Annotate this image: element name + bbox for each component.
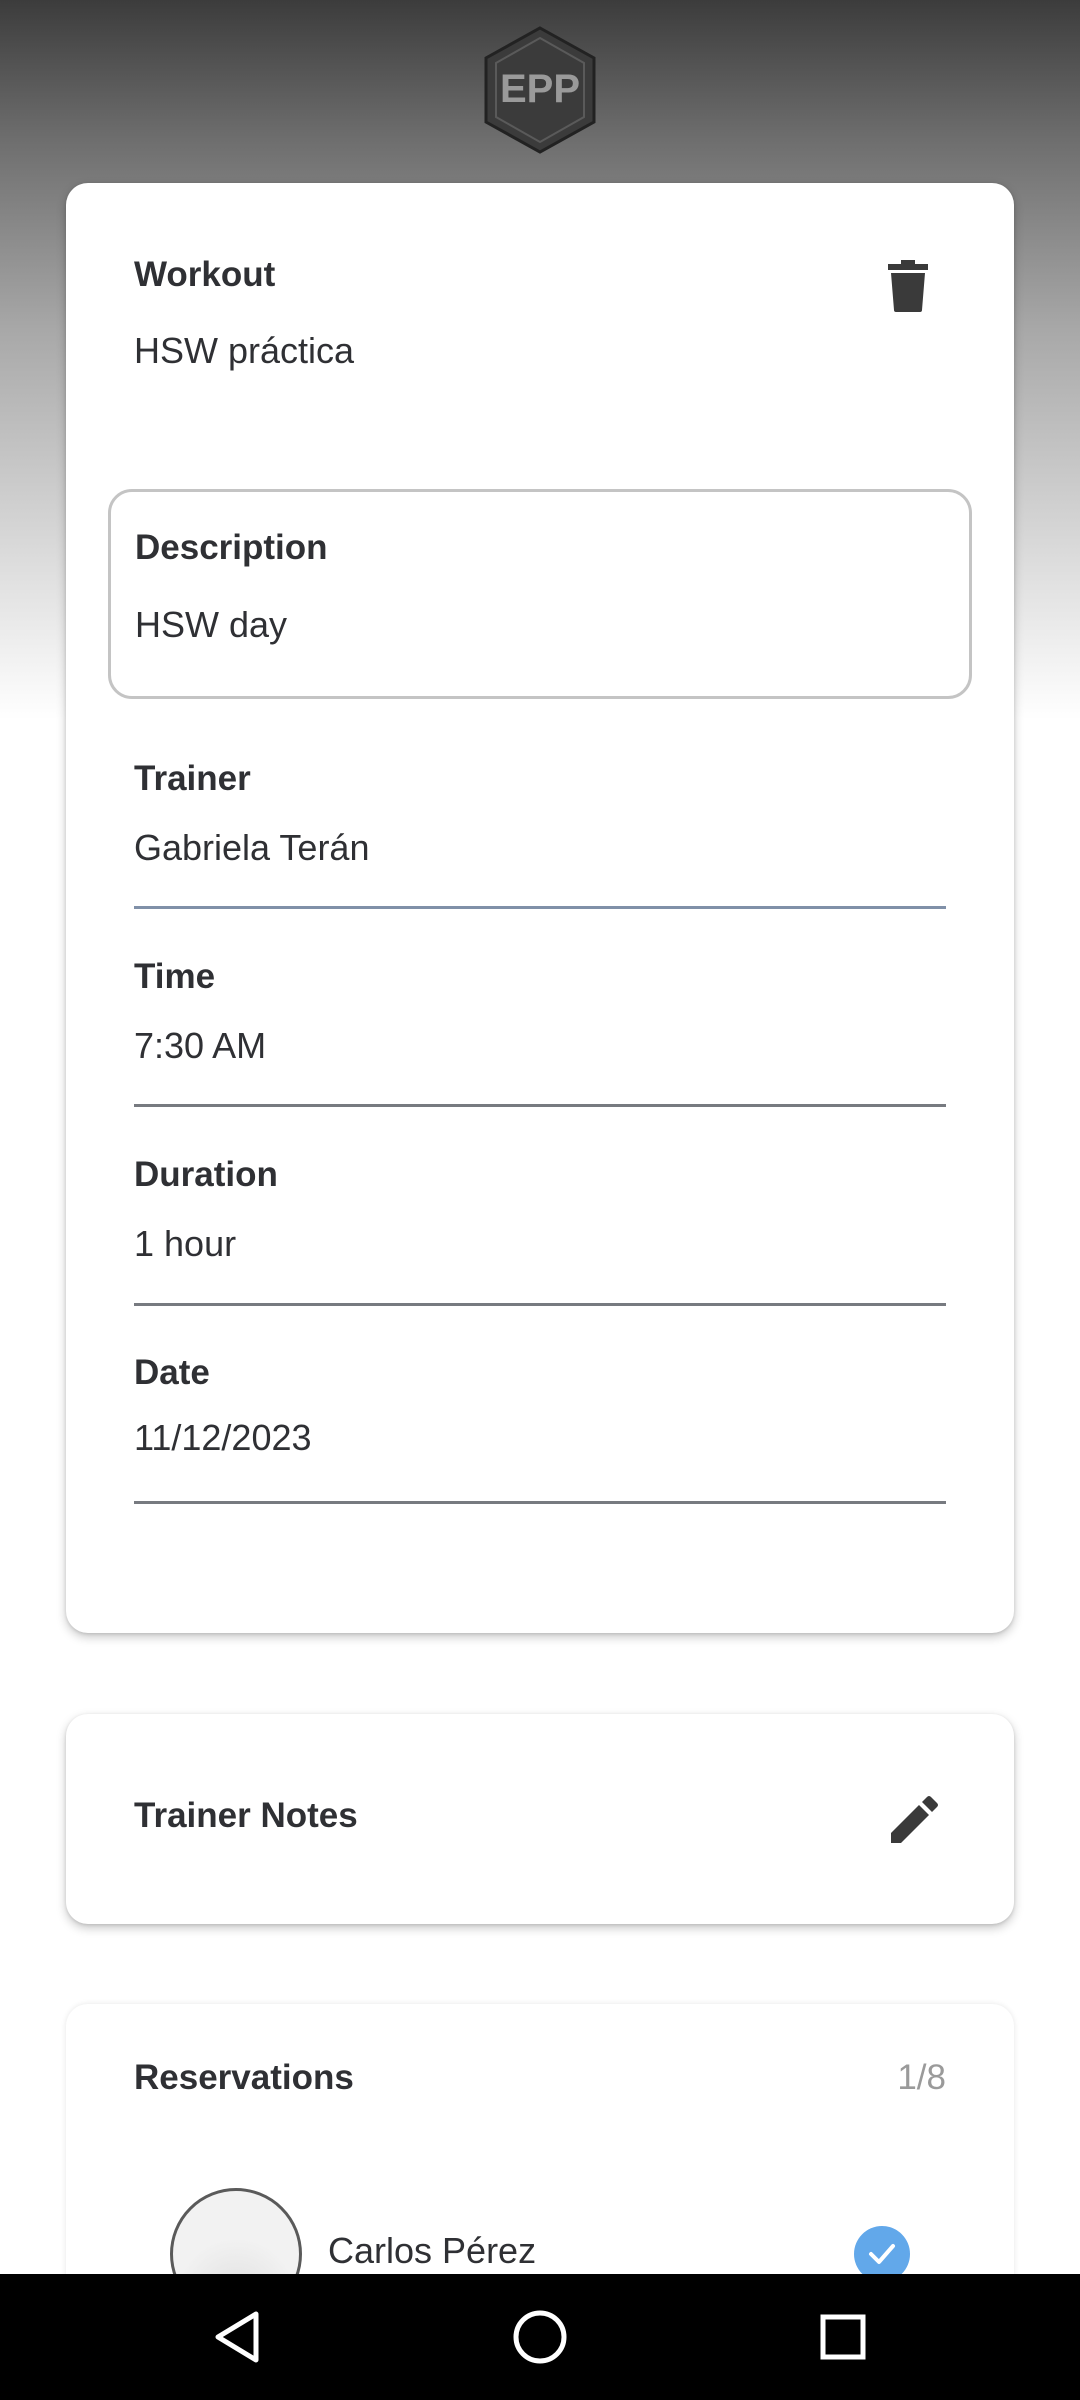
- duration-value: 1 hour: [134, 1223, 237, 1264]
- workout-field[interactable]: Workout HSW práctica: [134, 255, 946, 492]
- trash-icon: [888, 260, 928, 312]
- duration-underline: [134, 1303, 946, 1306]
- date-field[interactable]: Date 11/12/2023: [134, 1353, 946, 1503]
- back-button[interactable]: [204, 2304, 270, 2370]
- date-label: Date: [134, 1353, 210, 1392]
- trainer-notes-card: Trainer Notes: [66, 1714, 1014, 1924]
- app-logo: EPP: [480, 24, 600, 156]
- logo-text: EPP: [500, 67, 580, 111]
- description-value: HSW day: [135, 604, 288, 645]
- trainer-value: Gabriela Terán: [134, 827, 370, 868]
- trainer-underline: [134, 906, 946, 909]
- date-value: 11/12/2023: [134, 1417, 312, 1458]
- system-navigation-bar: [0, 2274, 1080, 2400]
- home-circle-icon: [513, 2310, 567, 2364]
- date-underline: [134, 1501, 946, 1504]
- workout-value: HSW práctica: [134, 330, 355, 371]
- workout-details-card: Workout HSW práctica Description HSW day…: [66, 183, 1014, 1633]
- time-underline: [134, 1104, 946, 1107]
- time-label: Time: [134, 957, 216, 996]
- trainer-notes-title: Trainer Notes: [134, 1796, 358, 1835]
- reservation-name: Carlos Pérez: [328, 2230, 537, 2271]
- edit-notes-button[interactable]: [884, 1790, 944, 1850]
- description-field[interactable]: Description HSW day: [108, 489, 972, 699]
- duration-field[interactable]: Duration 1 hour: [134, 1155, 946, 1305]
- reservations-title: Reservations: [134, 2058, 354, 2097]
- description-label: Description: [135, 528, 328, 567]
- back-triangle-icon: [215, 2311, 259, 2363]
- time-field[interactable]: Time 7:30 AM: [134, 957, 946, 1107]
- workout-label: Workout: [134, 255, 276, 294]
- recents-button[interactable]: [810, 2304, 876, 2370]
- reservations-count: 1/8: [897, 2058, 946, 2097]
- pencil-icon: [891, 1796, 938, 1843]
- recents-square-icon: [820, 2314, 866, 2360]
- time-value: 7:30 AM: [134, 1025, 267, 1066]
- delete-button[interactable]: [880, 253, 936, 319]
- trainer-field[interactable]: Trainer Gabriela Terán: [134, 759, 946, 909]
- home-button[interactable]: [507, 2304, 573, 2370]
- trainer-label: Trainer: [134, 759, 251, 798]
- duration-label: Duration: [134, 1155, 278, 1194]
